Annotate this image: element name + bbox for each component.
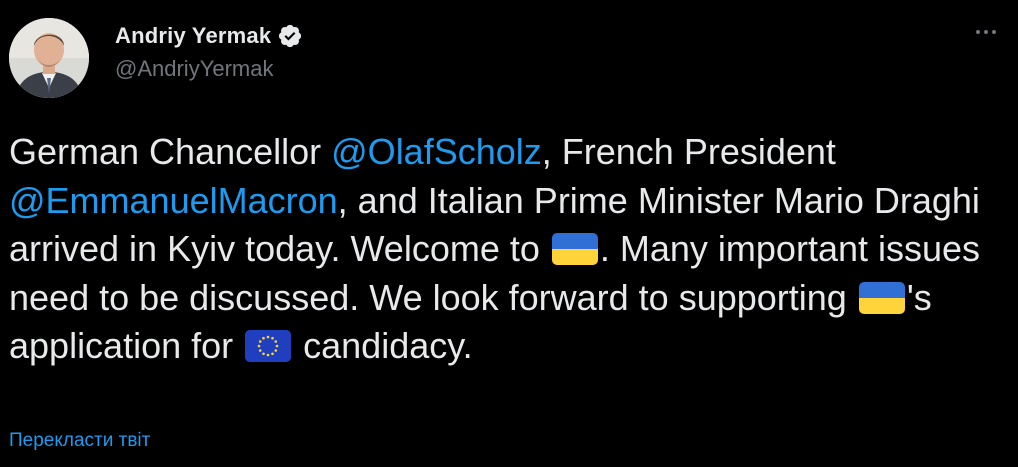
ukraine-flag-icon	[858, 281, 905, 314]
author-handle[interactable]: @AndriyYermak	[115, 56, 303, 82]
eu-star	[271, 352, 274, 356]
eu-star	[262, 336, 265, 340]
eu-star	[257, 344, 261, 348]
eu-star	[274, 349, 278, 352]
tweet-card: Andriy Yermak @AndriyYermak German Chanc…	[0, 0, 1018, 467]
eu-star	[259, 349, 262, 352]
tweet-text-segment: candidacy.	[293, 325, 473, 366]
eu-star	[266, 353, 270, 357]
eu-star	[275, 344, 279, 348]
author-display-name[interactable]: Andriy Yermak	[115, 23, 271, 49]
eu-flag-icon	[245, 330, 292, 362]
more-options-icon-dot	[992, 30, 996, 34]
tweet-text-segment: German Chancellor	[9, 131, 332, 172]
avatar[interactable]	[9, 18, 89, 98]
eu-star	[262, 352, 265, 356]
translate-tweet-link[interactable]: Перекласти твіт	[9, 430, 150, 452]
tweet-text-segment: , French President	[541, 131, 836, 172]
ukraine-flag-icon	[551, 233, 598, 265]
verified-badge-icon	[277, 23, 303, 49]
eu-star	[271, 336, 274, 340]
author-block: Andriy Yermak @AndriyYermak	[115, 22, 303, 82]
eu-star	[259, 340, 262, 343]
more-options-icon-dot	[984, 30, 988, 34]
eu-star	[266, 335, 270, 339]
author-name-row: Andriy Yermak	[115, 22, 303, 50]
more-options-icon	[976, 30, 980, 34]
mention-link[interactable]: @EmmanuelMacron	[9, 180, 338, 221]
tweet-text: German Chancellor @OlafScholz, French Pr…	[9, 128, 1009, 371]
more-options-button[interactable]	[970, 20, 1002, 44]
eu-star	[274, 340, 278, 343]
mention-link[interactable]: @OlafScholz	[331, 131, 542, 172]
